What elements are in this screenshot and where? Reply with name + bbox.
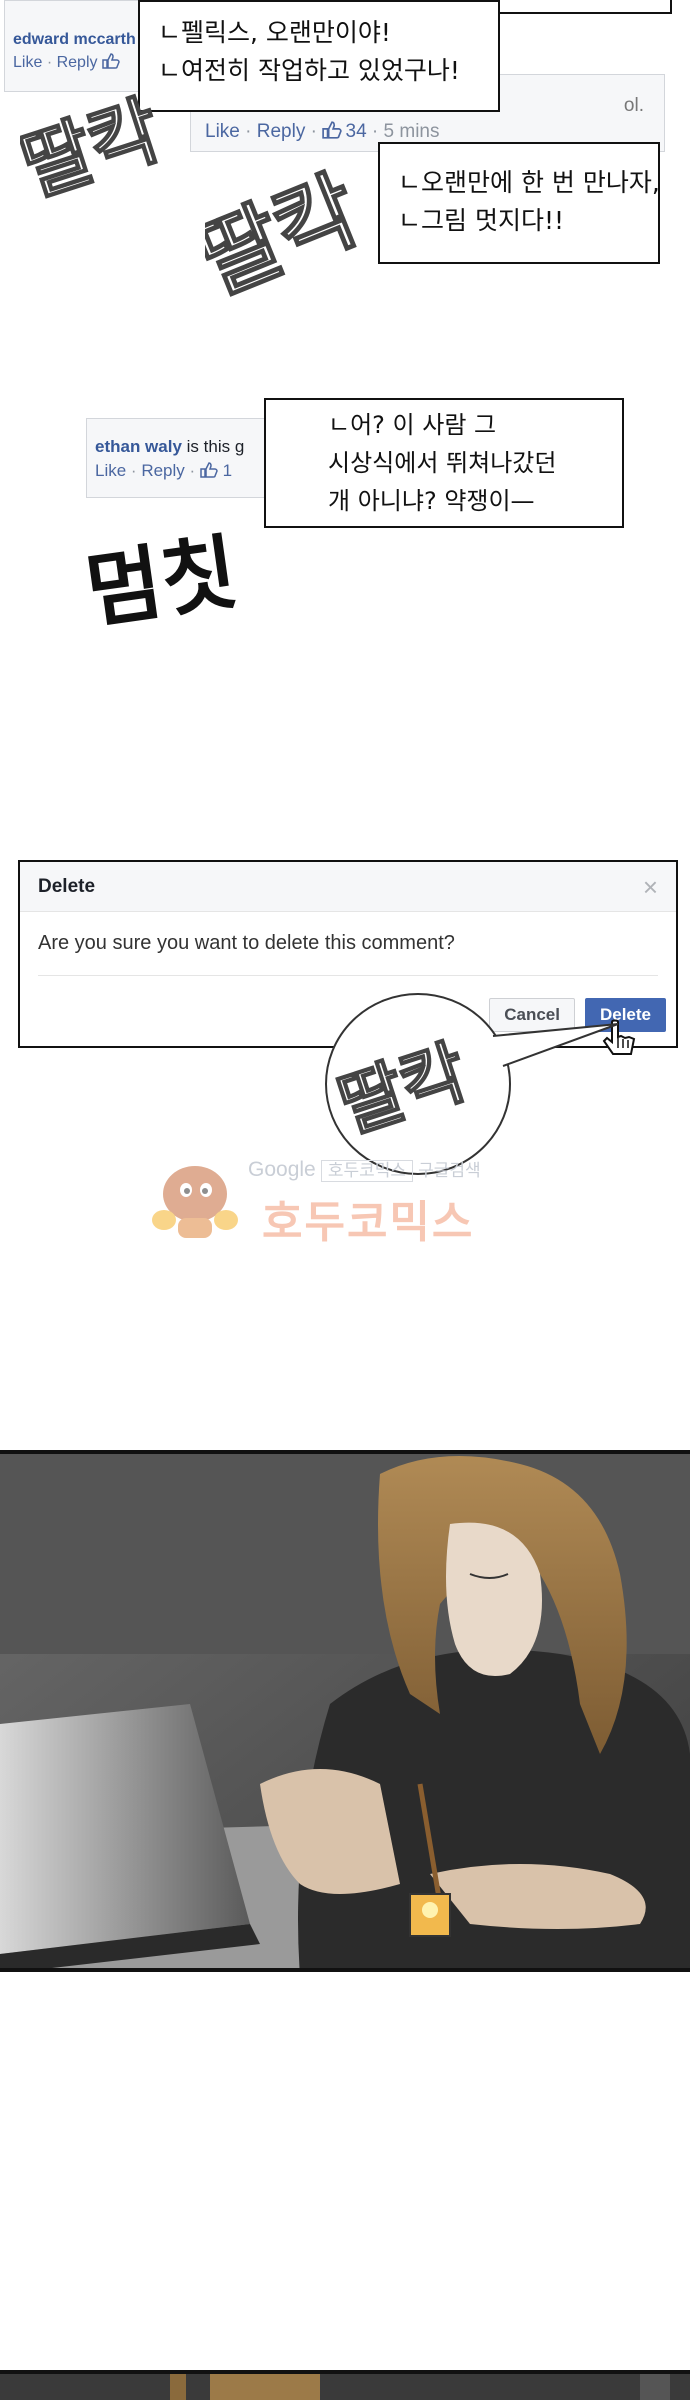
sfx-text: 딸칵 xyxy=(205,158,373,314)
sfx-click-1: 딸칵 xyxy=(20,84,170,214)
speech-line: 개 아니냐? 약쟁이— xyxy=(328,487,535,515)
next-panel-edge xyxy=(0,2370,690,2400)
comment-author[interactable]: edward mccarth xyxy=(13,31,157,49)
illustration-panel xyxy=(0,1450,690,1972)
meta-separator: · xyxy=(245,121,252,142)
speech-line: ㄴ그림 멋지다!! xyxy=(398,206,564,235)
sfx-click-2: 딸칵 xyxy=(205,157,374,315)
dialog-message: Are you sure you want to delete this com… xyxy=(38,912,658,976)
panel-edge-line xyxy=(500,0,672,14)
like-link[interactable]: Like xyxy=(95,461,126,480)
reply-link[interactable]: Reply xyxy=(141,461,184,480)
reply-link[interactable]: Reply xyxy=(57,54,98,71)
speech-line: 시상식에서 뛰쳐나갔던 xyxy=(328,449,557,477)
thumbs-up-icon xyxy=(322,121,342,139)
comment-time: 5 mins xyxy=(383,121,440,142)
speech-bubble-2: ㄴ오랜만에 한 번 만나자, ㄴ그림 멋지다!! xyxy=(378,142,660,264)
like-link[interactable]: Like xyxy=(205,121,240,142)
speech-bubble-1: ㄴ펠릭스, 오랜만이야! ㄴ여전히 작업하고 있었구나! xyxy=(138,0,500,112)
comment-body: ethan waly is this g xyxy=(95,437,287,457)
speech-line: ㄴ펠릭스, 오랜만이야! xyxy=(158,18,391,47)
speech-line: ㄴ여전히 작업하고 있었구나! xyxy=(158,56,460,85)
dialog-header: Delete × xyxy=(20,862,676,912)
meta-separator: · xyxy=(46,54,53,71)
illustration-artwork xyxy=(0,1454,690,1968)
like-count: 34 xyxy=(345,121,367,142)
sfx-click-3-balloon: 딸칵 xyxy=(325,993,619,1175)
close-icon[interactable]: × xyxy=(643,874,658,900)
meta-separator: · xyxy=(310,121,317,142)
comment-meta: Like · Reply · 1 xyxy=(95,461,287,481)
sfx-text: 딸칵 xyxy=(20,85,170,213)
walnut-mascot-icon xyxy=(152,1166,238,1238)
sfx-freeze: 멈칫 xyxy=(85,525,243,640)
next-panel-artwork xyxy=(170,2374,670,2400)
thumbs-up-icon xyxy=(200,462,218,478)
dialog-title: Delete xyxy=(38,875,96,897)
watermark: Google 호두코믹스 구글검색 호두코믹스 xyxy=(150,1156,550,1248)
thumbs-up-icon xyxy=(102,53,120,69)
like-link[interactable]: Like xyxy=(13,54,42,71)
comment-author[interactable]: ethan waly xyxy=(95,437,182,456)
speech-line: ㄴ오랜만에 한 번 만나자, xyxy=(398,168,660,197)
comment-text: is this g xyxy=(186,437,245,456)
like-count: 1 xyxy=(222,461,233,480)
meta-separator: · xyxy=(371,121,379,142)
watermark-mascot xyxy=(150,1160,240,1242)
meta-separator: · xyxy=(130,461,137,480)
watermark-site-box: 호두코믹스 xyxy=(320,1160,414,1182)
sfx-text: 멈칫 xyxy=(85,525,243,640)
watermark-site-name: 호두코믹스 xyxy=(262,1197,475,1248)
meta-separator: · xyxy=(189,461,196,480)
watermark-search: 구글검색 xyxy=(418,1161,481,1181)
reply-link[interactable]: Reply xyxy=(257,121,306,142)
watermark-google: Google xyxy=(248,1158,316,1181)
watermark-top-row: Google 호두코믹스 구글검색 xyxy=(248,1156,481,1182)
comment-tail: ol. xyxy=(623,95,644,116)
speech-bubble-3: ㄴ어? 이 사람 그 시상식에서 뛰쳐나갔던 개 아니냐? 약쟁이— xyxy=(264,398,624,528)
speech-line: ㄴ어? 이 사람 그 xyxy=(328,411,497,439)
